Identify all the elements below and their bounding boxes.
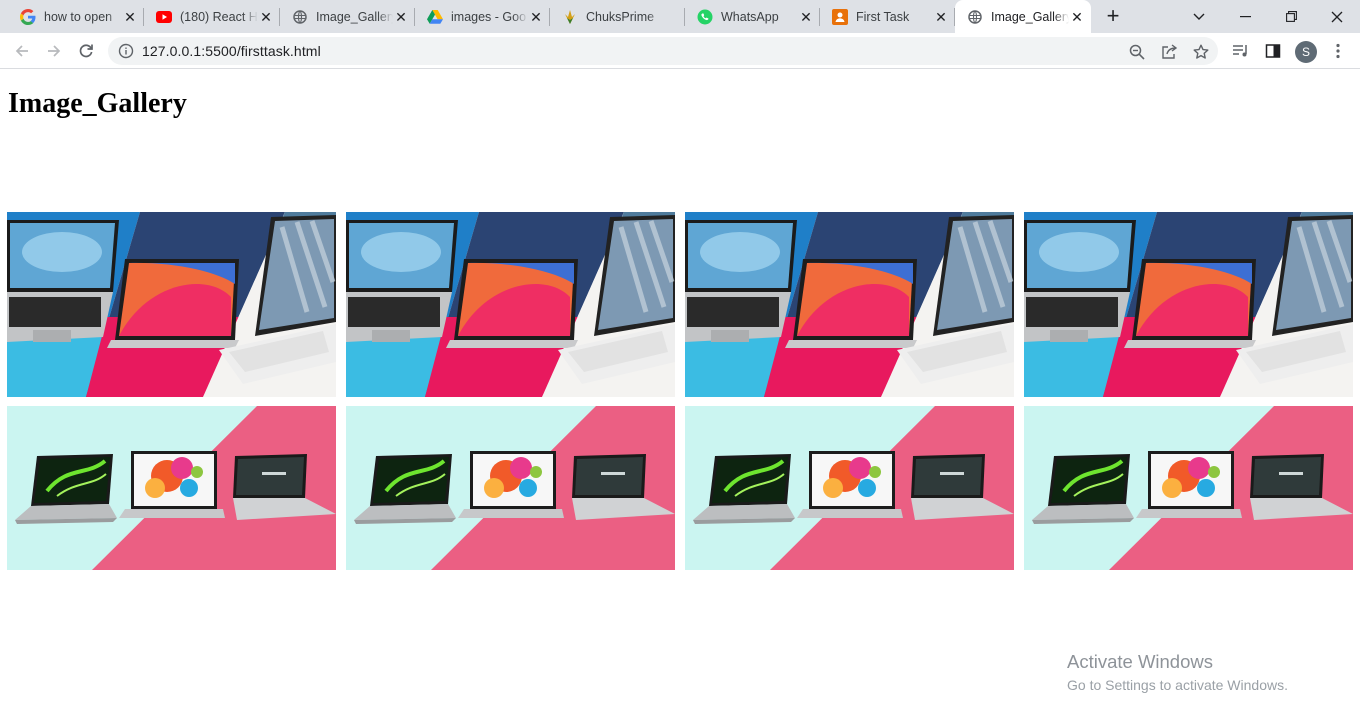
close-tab-icon[interactable]: ✕ — [1069, 9, 1085, 25]
star-icon[interactable] — [1192, 43, 1210, 61]
close-tab-icon[interactable]: ✕ — [933, 9, 949, 25]
watermark-title: Activate Windows — [1067, 651, 1213, 672]
minimize-button[interactable] — [1222, 0, 1268, 33]
watermark-subtitle: Go to Settings to activate Windows. — [1067, 677, 1288, 693]
address-bar[interactable]: 127.0.0.1:5500/firsttask.html — [108, 37, 1218, 65]
close-tab-icon[interactable]: ✕ — [122, 9, 138, 25]
tab-title: (180) React H — [180, 9, 258, 24]
forward-button[interactable] — [42, 39, 66, 63]
close-tab-icon[interactable]: ✕ — [798, 9, 814, 25]
chevron-down-icon — [1193, 13, 1205, 20]
tab-title: Image_Gallery — [316, 9, 393, 24]
url-text[interactable]: 127.0.0.1:5500/firsttask.html — [142, 43, 321, 59]
back-button[interactable] — [10, 39, 34, 63]
tab-title: Image_Gallery — [991, 9, 1069, 24]
tab-title: ChuksPrime — [586, 9, 655, 24]
gallery-image-laptops-mint-pink — [346, 406, 675, 570]
gallery-image-laptops-blue-pink — [346, 212, 675, 397]
gallery-image-laptops-mint-pink — [685, 406, 1014, 570]
activate-windows-watermark: Activate Windows Go to Settings to activ… — [1067, 651, 1288, 693]
close-window-button[interactable] — [1314, 0, 1360, 33]
page-title: Image_Gallery — [8, 88, 187, 119]
new-tab-button[interactable]: + — [1101, 5, 1125, 29]
share-icon[interactable] — [1160, 43, 1178, 61]
tab-chuksprime[interactable]: ChuksPrime ✕ — [550, 0, 685, 33]
gallery-image-laptops-blue-pink — [7, 212, 336, 397]
arrow-right-icon — [48, 45, 61, 57]
restore-button[interactable] — [1268, 0, 1314, 33]
close-tab-icon[interactable]: ✕ — [528, 9, 544, 25]
minimize-icon — [1239, 15, 1251, 17]
globe-icon — [292, 9, 308, 25]
gallery-image-laptops-mint-pink — [7, 406, 336, 570]
tab-title: WhatsApp — [721, 9, 779, 24]
tab-google-drive[interactable]: images - Goo ✕ — [415, 0, 550, 33]
globe-icon — [967, 9, 983, 25]
first-task-icon — [832, 8, 848, 25]
zoom-icon[interactable] — [1128, 43, 1146, 61]
tab-search-button[interactable] — [1176, 0, 1222, 33]
tab-title: First Task — [856, 9, 910, 24]
restore-icon — [1285, 11, 1297, 22]
whatsapp-icon — [697, 9, 713, 25]
tab-google-search[interactable]: how to open ✕ — [2, 0, 144, 33]
arrow-left-icon — [15, 45, 28, 57]
tab-title: images - Goo — [451, 9, 527, 24]
menu-icon[interactable] — [1328, 41, 1348, 61]
gallery-image-laptops-blue-pink — [685, 212, 1014, 397]
reload-icon — [79, 44, 93, 58]
tab-first-task[interactable]: First Task ✕ — [820, 0, 955, 33]
browser-toolbar: 127.0.0.1:5500/firsttask.html S — [0, 33, 1360, 69]
youtube-icon — [156, 9, 172, 25]
tab-title: how to open — [44, 9, 113, 24]
site-info-icon[interactable] — [118, 43, 134, 59]
tab-image-gallery[interactable]: Image_Gallery ✕ — [280, 0, 415, 33]
tab-strip: how to open ✕ (180) React H ✕ Image_Gall… — [0, 0, 1360, 33]
google-drive-icon — [427, 9, 443, 25]
reload-button[interactable] — [74, 39, 98, 63]
side-panel-icon[interactable] — [1263, 41, 1283, 61]
tab-youtube[interactable]: (180) React H ✕ — [144, 0, 280, 33]
gallery-image-laptops-mint-pink — [1024, 406, 1353, 570]
close-icon — [1331, 11, 1343, 22]
gallery-image-laptops-blue-pink — [1024, 212, 1353, 397]
chuksprime-icon — [562, 9, 578, 25]
close-tab-icon[interactable]: ✕ — [258, 9, 274, 25]
google-icon — [20, 8, 36, 25]
tab-whatsapp[interactable]: WhatsApp ✕ — [685, 0, 820, 33]
tab-image-gallery-active[interactable]: Image_Gallery ✕ — [955, 0, 1091, 33]
media-control-icon[interactable] — [1231, 41, 1251, 61]
profile-avatar[interactable]: S — [1295, 41, 1317, 63]
close-tab-icon[interactable]: ✕ — [393, 9, 409, 25]
